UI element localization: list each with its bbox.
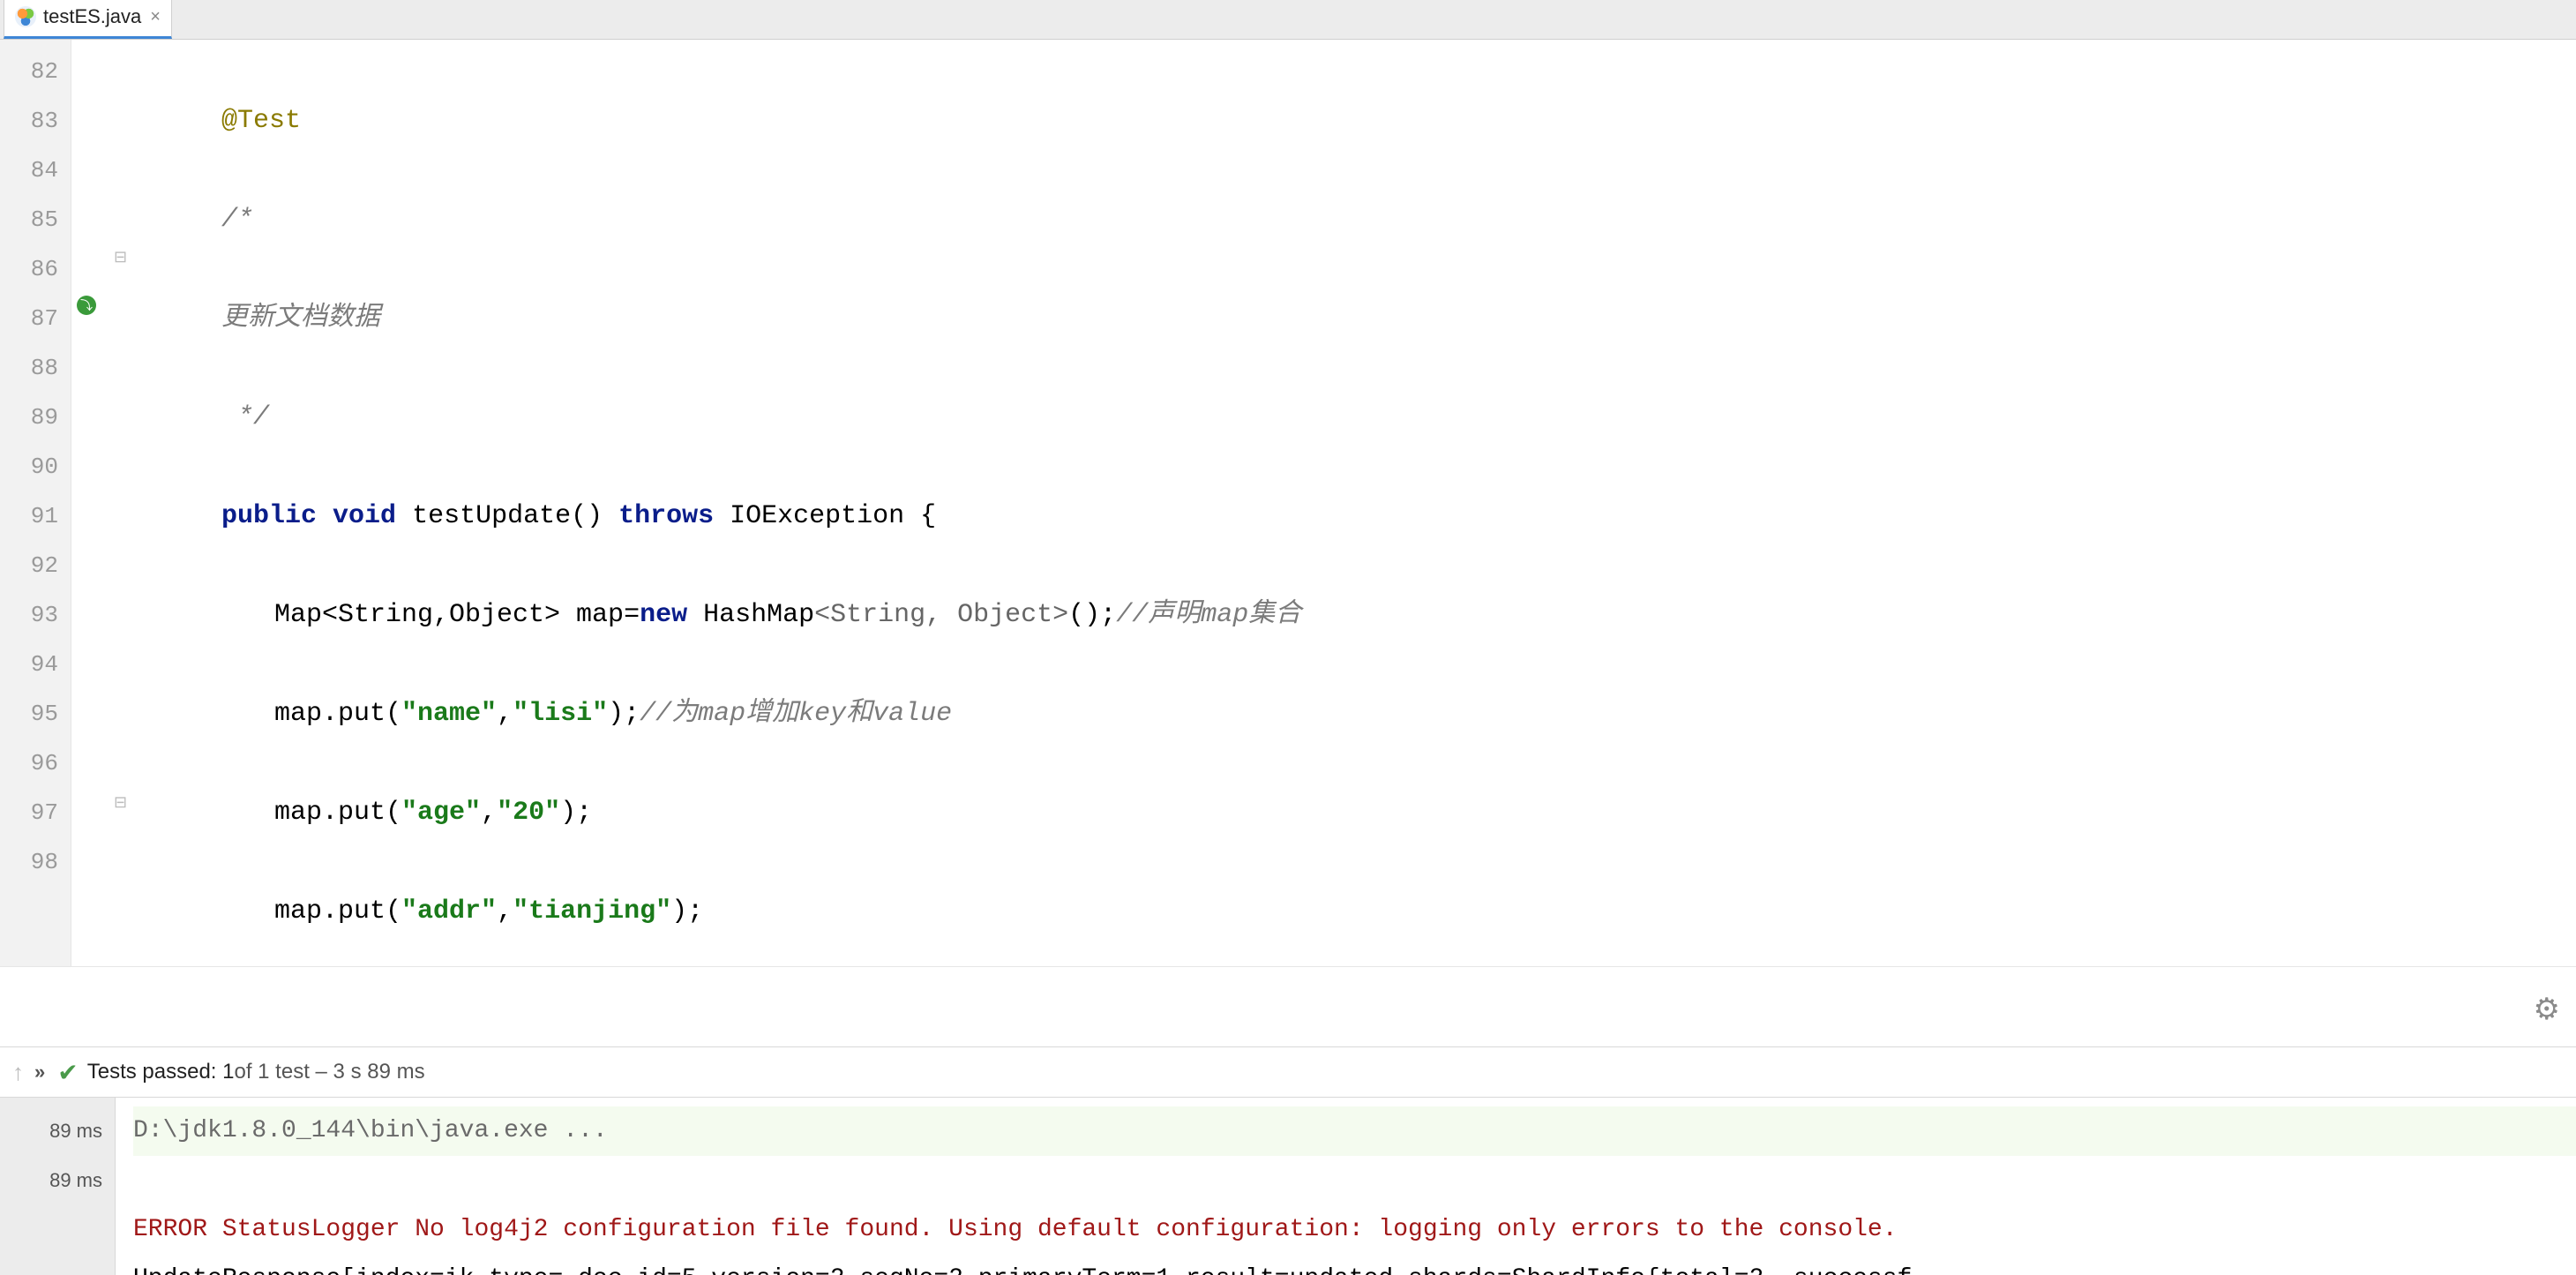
console-output[interactable]: D:\jdk1.8.0_144\bin\java.exe ... ERROR S… <box>116 1098 2576 1275</box>
up-arrow-icon[interactable]: ↑ <box>12 1059 24 1086</box>
line-number: 88 <box>0 343 71 393</box>
line-number: 86 <box>0 244 71 294</box>
code-text: (); <box>1068 600 1116 630</box>
test-duration: 89 ms <box>0 1156 115 1205</box>
code-text: , <box>497 896 513 926</box>
code-text: , <box>481 798 497 828</box>
line-number: 89 <box>0 393 71 442</box>
line-number: 97 <box>0 788 71 837</box>
code-text: , <box>497 699 513 729</box>
code-content[interactable]: @Test /* 更新文档数据 */ public void testUpdat… <box>160 40 2576 966</box>
line-number: 87 <box>0 294 71 343</box>
test-status-bar: ↑ » ✔ Tests passed: 1 of 1 test – 3 s 89… <box>0 1047 2576 1098</box>
string-literal: "age" <box>401 798 481 828</box>
line-number: 92 <box>0 541 71 590</box>
code-text: ); <box>560 798 592 828</box>
test-duration: 89 ms <box>0 1106 115 1156</box>
string-literal: "20" <box>497 798 560 828</box>
code-text: ); <box>671 896 703 926</box>
code-text: map.put( <box>274 699 401 729</box>
string-literal: "tianjing" <box>513 896 671 926</box>
keyword: throws <box>618 501 714 531</box>
console-panel: 89 ms 89 ms D:\jdk1.8.0_144\bin\java.exe… <box>0 1098 2576 1275</box>
test-tree[interactable]: 89 ms 89 ms <box>0 1098 116 1275</box>
fold-end-icon[interactable]: ⊟ <box>114 793 131 811</box>
code-editor[interactable]: 82 83 84 85 86 87 88 89 90 91 92 93 94 9… <box>0 40 2576 966</box>
type-args: <String, Object> <box>814 600 1068 630</box>
fold-icon[interactable]: ⊟ <box>114 248 131 266</box>
tests-passed-detail: of 1 test – 3 s 89 ms <box>234 1060 424 1084</box>
line-number: 96 <box>0 739 71 788</box>
line-comment: //声明map集合 <box>1116 600 1301 630</box>
tab-bar: testES.java × <box>0 0 2576 40</box>
line-number: 94 <box>0 640 71 689</box>
line-number: 90 <box>0 442 71 491</box>
line-number: 98 <box>0 837 71 887</box>
line-number: 84 <box>0 146 71 195</box>
console-error: ERROR StatusLogger No log4j2 configurati… <box>133 1216 1898 1243</box>
tests-passed-label: Tests passed: 1 <box>87 1060 235 1084</box>
line-number: 91 <box>0 491 71 541</box>
line-number: 95 <box>0 689 71 739</box>
override-icon[interactable]: ⤵ <box>77 296 96 315</box>
editor-tab[interactable]: testES.java × <box>4 0 172 39</box>
string-literal: "lisi" <box>513 699 608 729</box>
line-number: 82 <box>0 47 71 96</box>
code-text: IOException { <box>714 501 936 531</box>
string-literal: "addr" <box>401 896 497 926</box>
console-command: D:\jdk1.8.0_144\bin\java.exe ... <box>133 1117 608 1144</box>
method-name: testUpdate() <box>396 501 618 531</box>
code-text: ); <box>608 699 640 729</box>
gear-icon[interactable]: ⚙ <box>2534 992 2560 1027</box>
keyword: void <box>333 501 396 531</box>
annotation: @Test <box>221 106 301 136</box>
code-text: HashMap <box>687 600 814 630</box>
line-number: 93 <box>0 590 71 640</box>
code-text: map.put( <box>274 798 401 828</box>
close-icon[interactable]: × <box>150 7 161 27</box>
comment-start: /* <box>221 205 253 235</box>
gutter-icons: ⤵ ⊟ ⊟ <box>71 40 160 966</box>
keyword: public <box>221 501 317 531</box>
tool-panel-header: ⚙ <box>0 966 2576 1047</box>
string-literal: "name" <box>401 699 497 729</box>
line-comment: //为map增加key和value <box>640 699 952 729</box>
chevron-right-icon[interactable]: » <box>34 1061 45 1084</box>
check-icon: ✔ <box>57 1058 78 1087</box>
java-class-icon <box>15 6 36 27</box>
comment-text: 更新文档数据 <box>221 304 380 334</box>
code-text: Map<String,Object> map= <box>274 600 640 630</box>
keyword: new <box>640 600 687 630</box>
console-line: UpdateResponse[index=ik,type=_doc,id=5,v… <box>133 1265 1912 1275</box>
code-text: map.put( <box>274 896 401 926</box>
tab-filename: testES.java <box>43 5 141 28</box>
line-gutter: 82 83 84 85 86 87 88 89 90 91 92 93 94 9… <box>0 40 71 966</box>
line-number: 83 <box>0 96 71 146</box>
line-number: 85 <box>0 195 71 244</box>
comment-end: */ <box>221 402 269 432</box>
